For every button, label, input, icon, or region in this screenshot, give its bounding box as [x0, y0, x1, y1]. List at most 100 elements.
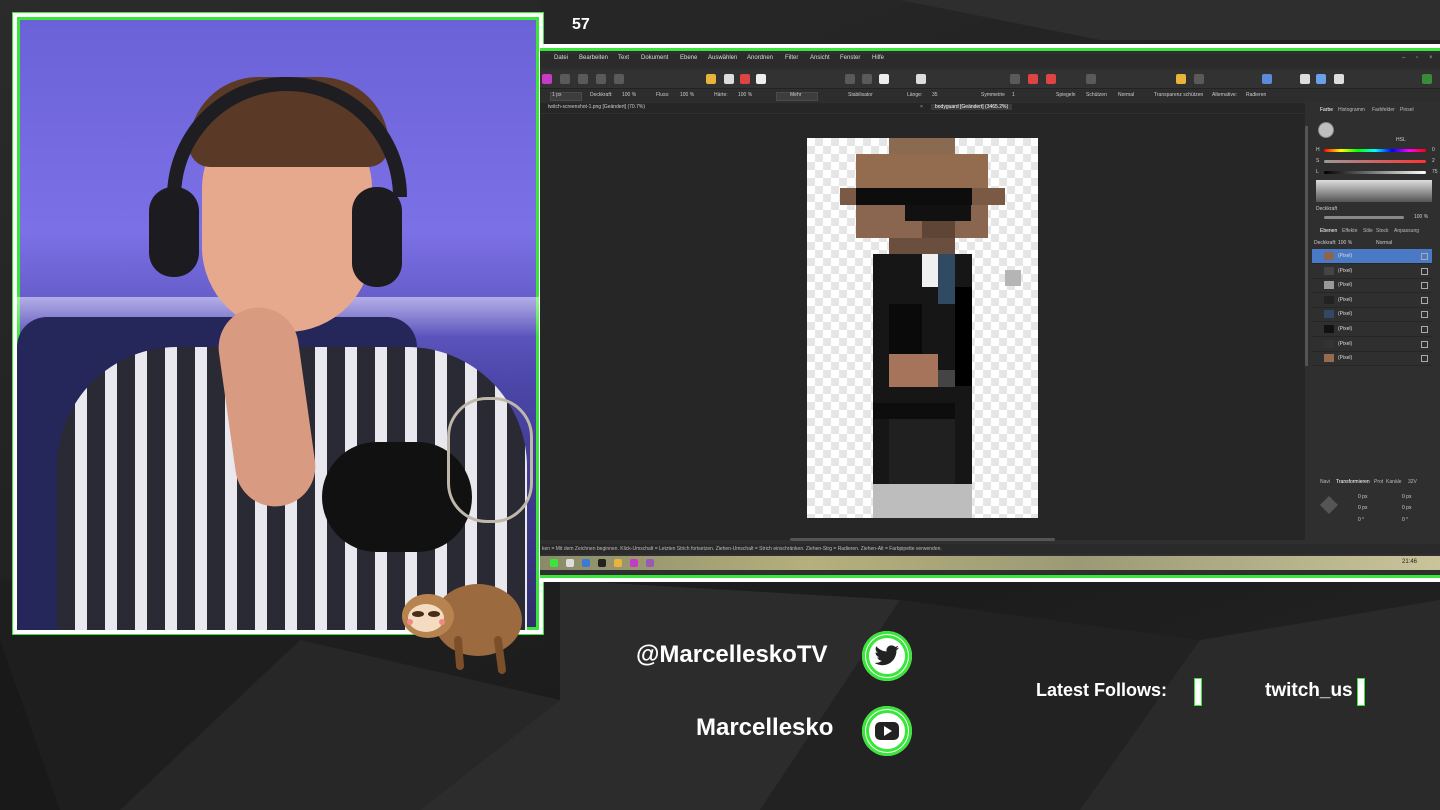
- alternative-select[interactable]: Radieren: [1246, 92, 1266, 98]
- quick-mask-icon[interactable]: [916, 74, 926, 84]
- settings-icon[interactable]: [578, 74, 588, 84]
- arrange-icon[interactable]: [1176, 74, 1186, 84]
- menu-hilfe[interactable]: Hilfe: [872, 55, 884, 61]
- layer-visibility-checkbox[interactable]: [1421, 340, 1428, 348]
- stabilizer-toggle[interactable]: Stabilisator: [848, 92, 873, 98]
- tab-pinsel[interactable]: Pinsel: [1400, 107, 1414, 113]
- select-rect-icon[interactable]: [845, 74, 855, 84]
- color-opacity-slider[interactable]: [1324, 216, 1404, 219]
- move-icon[interactable]: [1086, 74, 1096, 84]
- layer-visibility-checkbox[interactable]: [1421, 282, 1428, 290]
- horizontal-scrollbar[interactable]: [790, 538, 1055, 541]
- protect-toggle[interactable]: Schützen: [1086, 92, 1107, 98]
- layer-visibility-checkbox[interactable]: [1421, 326, 1428, 333]
- select-all-icon[interactable]: [862, 74, 872, 84]
- menu-bearbeiten[interactable]: Bearbeiten: [579, 55, 608, 61]
- anchor-icon[interactable]: [1320, 496, 1338, 514]
- obs-icon[interactable]: [598, 559, 606, 567]
- transform-y[interactable]: 0 px: [1402, 494, 1411, 500]
- saturation-slider[interactable]: [1324, 160, 1426, 163]
- transform-rotate[interactable]: 0 °: [1358, 517, 1364, 523]
- tab-bodyguard[interactable]: bodyguard [Geändert] (3465.2%): [931, 104, 1013, 110]
- tab-32v[interactable]: 32V: [1408, 479, 1417, 485]
- layer-row[interactable]: (Pixel): [1312, 249, 1432, 264]
- layer-opacity[interactable]: 100 %: [1338, 240, 1352, 246]
- color-mode[interactable]: HSL: [1396, 137, 1406, 143]
- hue-slider[interactable]: [1324, 149, 1426, 152]
- transform-shear[interactable]: 0 °: [1402, 517, 1408, 523]
- layer-visibility-checkbox[interactable]: [1421, 355, 1428, 363]
- invert-selection-icon[interactable]: [879, 74, 889, 84]
- studio3-icon[interactable]: [1334, 74, 1344, 84]
- menu-ebene[interactable]: Ebene: [680, 55, 697, 61]
- twitch-icon[interactable]: [646, 559, 654, 567]
- history-icon[interactable]: [560, 74, 570, 84]
- blend-mode[interactable]: Normal: [1118, 92, 1134, 98]
- layer-visibility-checkbox[interactable]: [1421, 253, 1428, 260]
- order-icon[interactable]: [1194, 74, 1204, 84]
- contrast-icon[interactable]: [724, 74, 734, 84]
- explorer-icon[interactable]: [566, 559, 574, 567]
- share-icon[interactable]: [614, 74, 624, 84]
- tab-anpassung[interactable]: Anpassung: [1394, 228, 1419, 234]
- transform-h[interactable]: 0 px: [1402, 505, 1411, 511]
- assistant-icon[interactable]: [1028, 74, 1038, 84]
- lightness-slider[interactable]: [1324, 171, 1426, 174]
- menu-auswaehlen[interactable]: Auswählen: [708, 55, 737, 61]
- tab-farbe[interactable]: Farbe: [1320, 107, 1333, 113]
- opacity-value[interactable]: 100 %: [622, 92, 636, 98]
- vertical-scrollbar[interactable]: [1305, 126, 1308, 366]
- transform-x[interactable]: 0 px: [1358, 494, 1367, 500]
- layer-row[interactable]: (Pixel): [1312, 322, 1432, 337]
- layer-visibility-checkbox[interactable]: [1421, 296, 1428, 304]
- tab-screenshot[interactable]: twitch-screenshot-1.png [Geändert] (70.7…: [548, 104, 645, 110]
- menu-fenster[interactable]: Fenster: [840, 55, 860, 61]
- tab-transformieren[interactable]: Transformieren: [1336, 479, 1370, 485]
- close-icon[interactable]: ×: [1429, 55, 1433, 61]
- more-button[interactable]: Mehr: [790, 92, 801, 98]
- menu-dokument[interactable]: Dokument: [641, 55, 668, 61]
- tab-kanaele[interactable]: Kanäle: [1386, 479, 1402, 485]
- canvas-area[interactable]: [540, 114, 1305, 540]
- layer-row[interactable]: (Pixel): [1312, 293, 1432, 308]
- layer-row[interactable]: (Pixel): [1312, 278, 1432, 294]
- layer-row[interactable]: (Pixel): [1312, 351, 1432, 367]
- symmetry-value[interactable]: 1: [1012, 92, 1015, 98]
- menu-text[interactable]: Text: [618, 55, 629, 61]
- user-icon[interactable]: [1422, 74, 1432, 84]
- protect-alpha-toggle[interactable]: Transparenz schützen: [1154, 92, 1203, 98]
- layer-blend-mode[interactable]: Normal: [1376, 240, 1392, 246]
- transform-w[interactable]: 0 px: [1358, 505, 1367, 511]
- snapping-icon[interactable]: [1046, 74, 1056, 84]
- close-tab-icon[interactable]: ×: [920, 104, 923, 110]
- flow-value[interactable]: 100 %: [680, 92, 694, 98]
- tab-navi[interactable]: Navi: [1320, 479, 1330, 485]
- layer-row[interactable]: (Pixel): [1312, 264, 1432, 279]
- menu-filter[interactable]: Filter: [785, 55, 798, 61]
- maximize-icon[interactable]: ▫: [1416, 55, 1418, 61]
- menu-datei[interactable]: Datei: [554, 55, 568, 61]
- hardness-value[interactable]: 100 %: [738, 92, 752, 98]
- layer-row[interactable]: (Pixel): [1312, 337, 1432, 352]
- color-swatch[interactable]: [1318, 122, 1334, 138]
- mirror-icon[interactable]: [596, 74, 606, 84]
- tab-prot[interactable]: Prot: [1374, 479, 1383, 485]
- persona-icon[interactable]: [542, 74, 552, 84]
- studio-icon[interactable]: [1300, 74, 1310, 84]
- layer-visibility-checkbox[interactable]: [1421, 267, 1428, 275]
- levels-icon[interactable]: [706, 74, 716, 84]
- affinity-icon[interactable]: [630, 559, 638, 567]
- color-gradient[interactable]: [1316, 180, 1432, 202]
- brush-size[interactable]: 1 px: [552, 92, 561, 98]
- vscode-icon[interactable]: [582, 559, 590, 567]
- white-balance-icon[interactable]: [756, 74, 766, 84]
- tab-stock[interactable]: Stock: [1376, 228, 1389, 234]
- menu-anordnen[interactable]: Anordnen: [747, 55, 773, 61]
- studio2-icon[interactable]: [1316, 74, 1326, 84]
- layer-row[interactable]: (Pixel): [1312, 307, 1432, 323]
- symmetry-toggle[interactable]: Symmetrie: [981, 92, 1005, 98]
- tab-stile[interactable]: Stile: [1363, 228, 1373, 234]
- pixel-art-canvas[interactable]: [807, 138, 1038, 518]
- menu-ansicht[interactable]: Ansicht: [810, 55, 830, 61]
- length-value[interactable]: 35: [932, 92, 938, 98]
